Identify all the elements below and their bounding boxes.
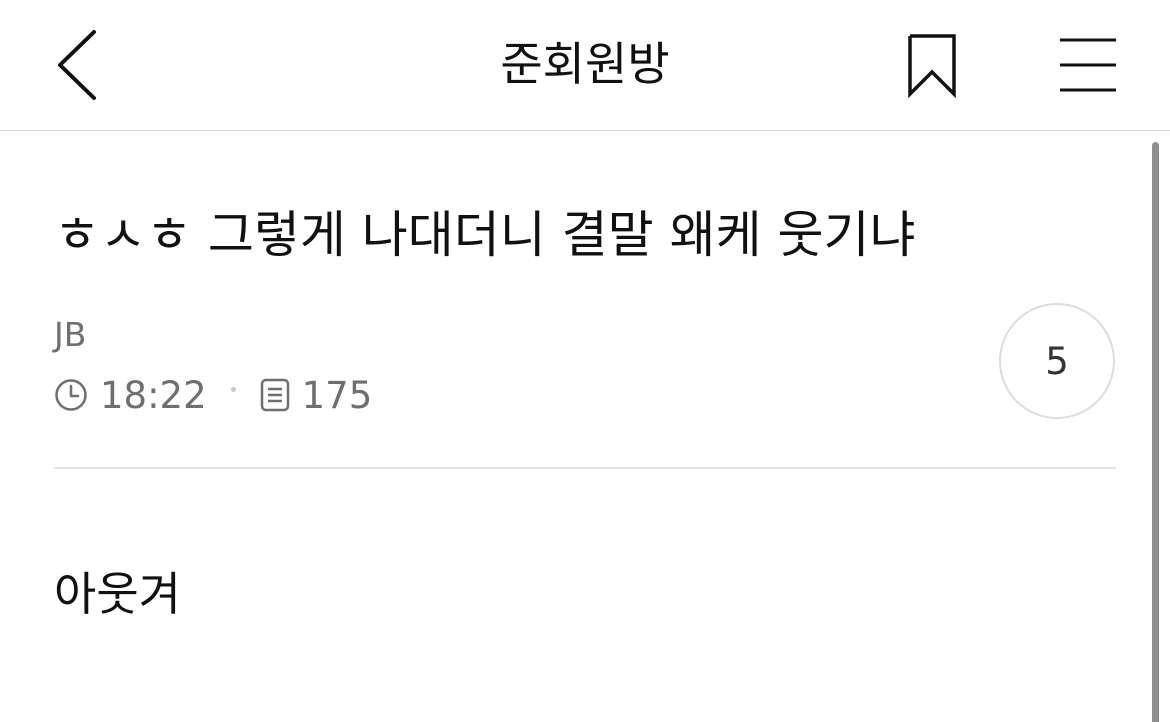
post-screen: 준회원방 ㅎㅅㅎ 그렇게 나대더니 결말 왜케 웃기냐 JB 18:22 175…	[0, 0, 1170, 722]
bookmark-icon	[908, 34, 956, 99]
comment-count-button[interactable]: 5	[999, 303, 1115, 419]
document-icon	[260, 378, 290, 412]
author-name[interactable]: JB	[54, 312, 86, 358]
post-title: ㅎㅅㅎ 그렇게 나대더니 결말 왜케 웃기냐	[54, 206, 916, 264]
separator-dot	[230, 386, 236, 392]
divider	[54, 467, 1116, 469]
clock-icon	[54, 378, 88, 412]
bookmark-button[interactable]	[896, 26, 968, 106]
post-body: 아웃겨	[54, 567, 181, 621]
hamburger-menu-icon	[1060, 38, 1116, 92]
menu-button[interactable]	[1050, 28, 1126, 104]
back-button[interactable]	[44, 22, 114, 108]
scrollbar[interactable]	[1152, 142, 1159, 722]
board-title: 준회원방	[500, 37, 670, 91]
view-count: 175	[301, 373, 373, 417]
comment-count: 5	[1045, 339, 1069, 383]
post-time: 18:22	[100, 373, 207, 417]
chevron-left-icon	[58, 30, 96, 100]
top-navigation-bar: 준회원방	[0, 0, 1170, 131]
post-meta: 18:22 175	[54, 372, 372, 418]
